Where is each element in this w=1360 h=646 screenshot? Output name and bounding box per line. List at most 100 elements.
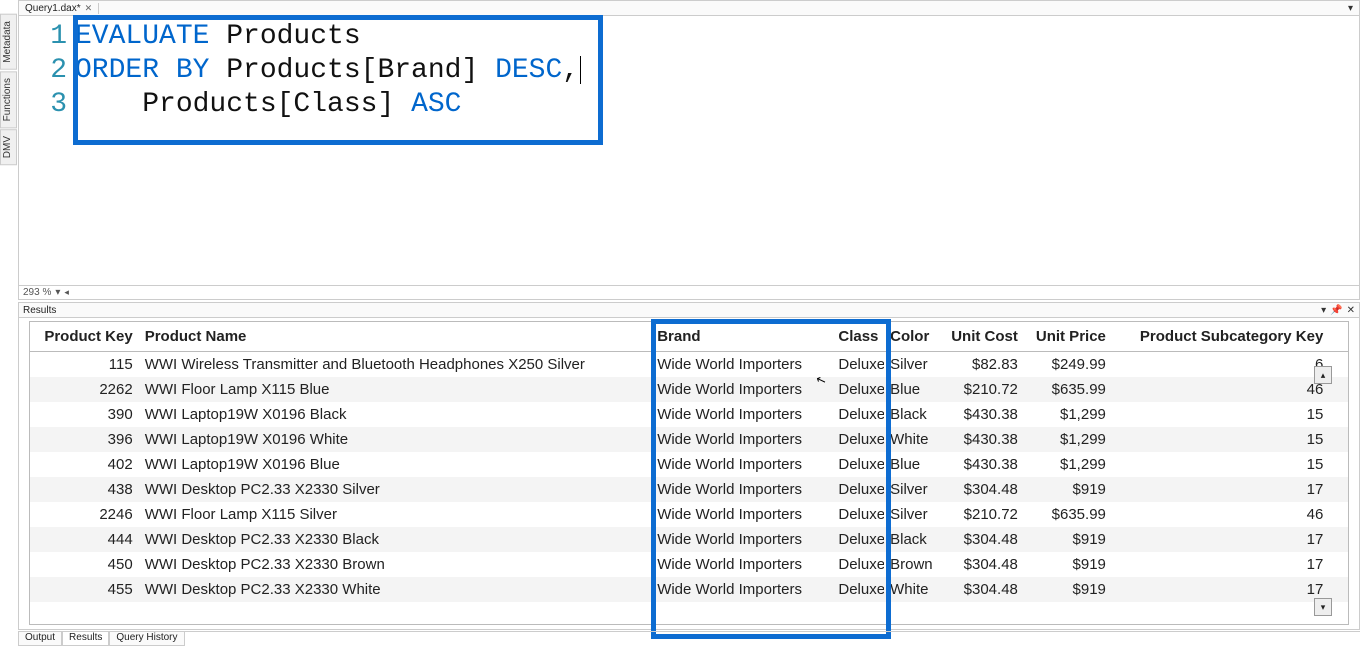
- cell: $82.83: [936, 352, 1024, 378]
- cell: Deluxe: [832, 402, 884, 427]
- cell: $304.48: [936, 527, 1024, 552]
- cell: 17: [1112, 552, 1329, 577]
- line-number: 2: [19, 54, 71, 88]
- cell: $430.38: [936, 402, 1024, 427]
- cell: Deluxe: [832, 452, 884, 477]
- cell: $919: [1024, 552, 1112, 577]
- cell: Wide World Importers: [651, 552, 832, 577]
- scrollbar-gutter: [1329, 477, 1348, 502]
- scrollbar-gutter: [1329, 502, 1348, 527]
- column-header[interactable]: Product Key: [30, 322, 139, 352]
- side-tab-dmv[interactable]: DMV: [0, 129, 17, 165]
- cell: 402: [30, 452, 139, 477]
- side-tab-metadata[interactable]: Metadata: [0, 14, 17, 70]
- results-panel: Results ▾ 📌 ✕ Product KeyProduct NameBra…: [18, 302, 1360, 630]
- cell: 450: [30, 552, 139, 577]
- cell: Wide World Importers: [651, 352, 832, 378]
- cell: WWI Desktop PC2.33 X2330 Silver: [139, 477, 651, 502]
- table-row[interactable]: 2246WWI Floor Lamp X115 SilverWide World…: [30, 502, 1348, 527]
- zoom-dropdown-icon[interactable]: ▾: [55, 287, 60, 298]
- cell: $1,299: [1024, 427, 1112, 452]
- cell: Wide World Importers: [651, 477, 832, 502]
- cell: 6: [1112, 352, 1329, 378]
- line-gutter: 123: [19, 20, 71, 122]
- cell: 396: [30, 427, 139, 452]
- code-line: Products[Class] ASC: [75, 88, 581, 122]
- cell: $304.48: [936, 552, 1024, 577]
- column-header[interactable]: Product Name: [139, 322, 651, 352]
- cell: 2246: [30, 502, 139, 527]
- cell: 17: [1112, 527, 1329, 552]
- side-tab-strip: Metadata Functions DMV: [0, 14, 17, 166]
- column-header[interactable]: Color: [884, 322, 936, 352]
- cell: 17: [1112, 577, 1329, 602]
- cell: 15: [1112, 452, 1329, 477]
- scrollbar-gutter: [1329, 452, 1348, 477]
- column-header[interactable]: Class: [832, 322, 884, 352]
- close-icon[interactable]: ✕: [85, 3, 93, 14]
- table-row[interactable]: 396WWI Laptop19W X0196 WhiteWide World I…: [30, 427, 1348, 452]
- tab-results[interactable]: Results: [62, 632, 109, 646]
- tab-output[interactable]: Output: [18, 632, 62, 646]
- scrollbar-gutter: [1329, 527, 1348, 552]
- cell: Brown: [884, 552, 936, 577]
- table-row[interactable]: 2262WWI Floor Lamp X115 BlueWide World I…: [30, 377, 1348, 402]
- cell: WWI Desktop PC2.33 X2330 Brown: [139, 552, 651, 577]
- column-header[interactable]: Unit Price: [1024, 322, 1112, 352]
- cell: White: [884, 577, 936, 602]
- cell: Deluxe: [832, 477, 884, 502]
- dropdown-icon[interactable]: ▾: [1342, 3, 1359, 14]
- cell: $249.99: [1024, 352, 1112, 378]
- table-row[interactable]: 444WWI Desktop PC2.33 X2330 BlackWide Wo…: [30, 527, 1348, 552]
- scroll-up-icon[interactable]: ▴: [1314, 366, 1332, 384]
- cell: $1,299: [1024, 452, 1112, 477]
- table-row[interactable]: 455WWI Desktop PC2.33 X2330 WhiteWide Wo…: [30, 577, 1348, 602]
- cell: Deluxe: [832, 527, 884, 552]
- close-icon[interactable]: ✕: [1347, 305, 1355, 316]
- cell: Blue: [884, 377, 936, 402]
- pin-icon[interactable]: 📌: [1330, 305, 1342, 316]
- table-row[interactable]: 402WWI Laptop19W X0196 BlueWide World Im…: [30, 452, 1348, 477]
- cell: $919: [1024, 527, 1112, 552]
- cell: 46: [1112, 502, 1329, 527]
- column-header[interactable]: Brand: [651, 322, 832, 352]
- cell: Wide World Importers: [651, 577, 832, 602]
- cell: 115: [30, 352, 139, 378]
- cell: $430.38: [936, 427, 1024, 452]
- scrollbar-gutter: [1329, 552, 1348, 577]
- cell: WWI Laptop19W X0196 White: [139, 427, 651, 452]
- cell: 390: [30, 402, 139, 427]
- cell: WWI Desktop PC2.33 X2330 Black: [139, 527, 651, 552]
- results-grid[interactable]: Product KeyProduct NameBrandClassColorUn…: [29, 321, 1349, 625]
- line-number: 1: [19, 20, 71, 54]
- cell: Silver: [884, 352, 936, 378]
- scrollbar-gutter: [1329, 427, 1348, 452]
- results-title-label: Results: [23, 305, 56, 316]
- table-row[interactable]: 115WWI Wireless Transmitter and Bluetoot…: [30, 352, 1348, 378]
- code-editor[interactable]: 123 EVALUATE ProductsORDER BY Products[B…: [19, 16, 1359, 290]
- zoom-level[interactable]: 293 %: [23, 287, 51, 298]
- scroll-down-icon[interactable]: ▾: [1314, 598, 1332, 616]
- cell: Deluxe: [832, 552, 884, 577]
- editor-tab-query1[interactable]: Query1.dax* ✕: [19, 3, 99, 14]
- dropdown-icon[interactable]: ▾: [1321, 305, 1326, 316]
- side-tab-functions[interactable]: Functions: [0, 71, 17, 128]
- column-header[interactable]: Unit Cost: [936, 322, 1024, 352]
- cell: Wide World Importers: [651, 427, 832, 452]
- tab-query-history[interactable]: Query History: [109, 632, 184, 646]
- editor-tab-label: Query1.dax*: [25, 3, 81, 14]
- zoom-left-icon[interactable]: ◂: [64, 287, 69, 298]
- cell: Black: [884, 402, 936, 427]
- cell: WWI Laptop19W X0196 Blue: [139, 452, 651, 477]
- column-header[interactable]: Product Subcategory Key: [1112, 322, 1329, 352]
- cell: Wide World Importers: [651, 402, 832, 427]
- cell: 2262: [30, 377, 139, 402]
- cell: Wide World Importers: [651, 527, 832, 552]
- cell: $210.72: [936, 502, 1024, 527]
- code-line: EVALUATE Products: [75, 20, 581, 54]
- table-row[interactable]: 438WWI Desktop PC2.33 X2330 SilverWide W…: [30, 477, 1348, 502]
- table-row[interactable]: 390WWI Laptop19W X0196 BlackWide World I…: [30, 402, 1348, 427]
- editor-panel: Query1.dax* ✕ ▾ 123 EVALUATE ProductsORD…: [18, 0, 1360, 300]
- cell: Silver: [884, 502, 936, 527]
- table-row[interactable]: 450WWI Desktop PC2.33 X2330 BrownWide Wo…: [30, 552, 1348, 577]
